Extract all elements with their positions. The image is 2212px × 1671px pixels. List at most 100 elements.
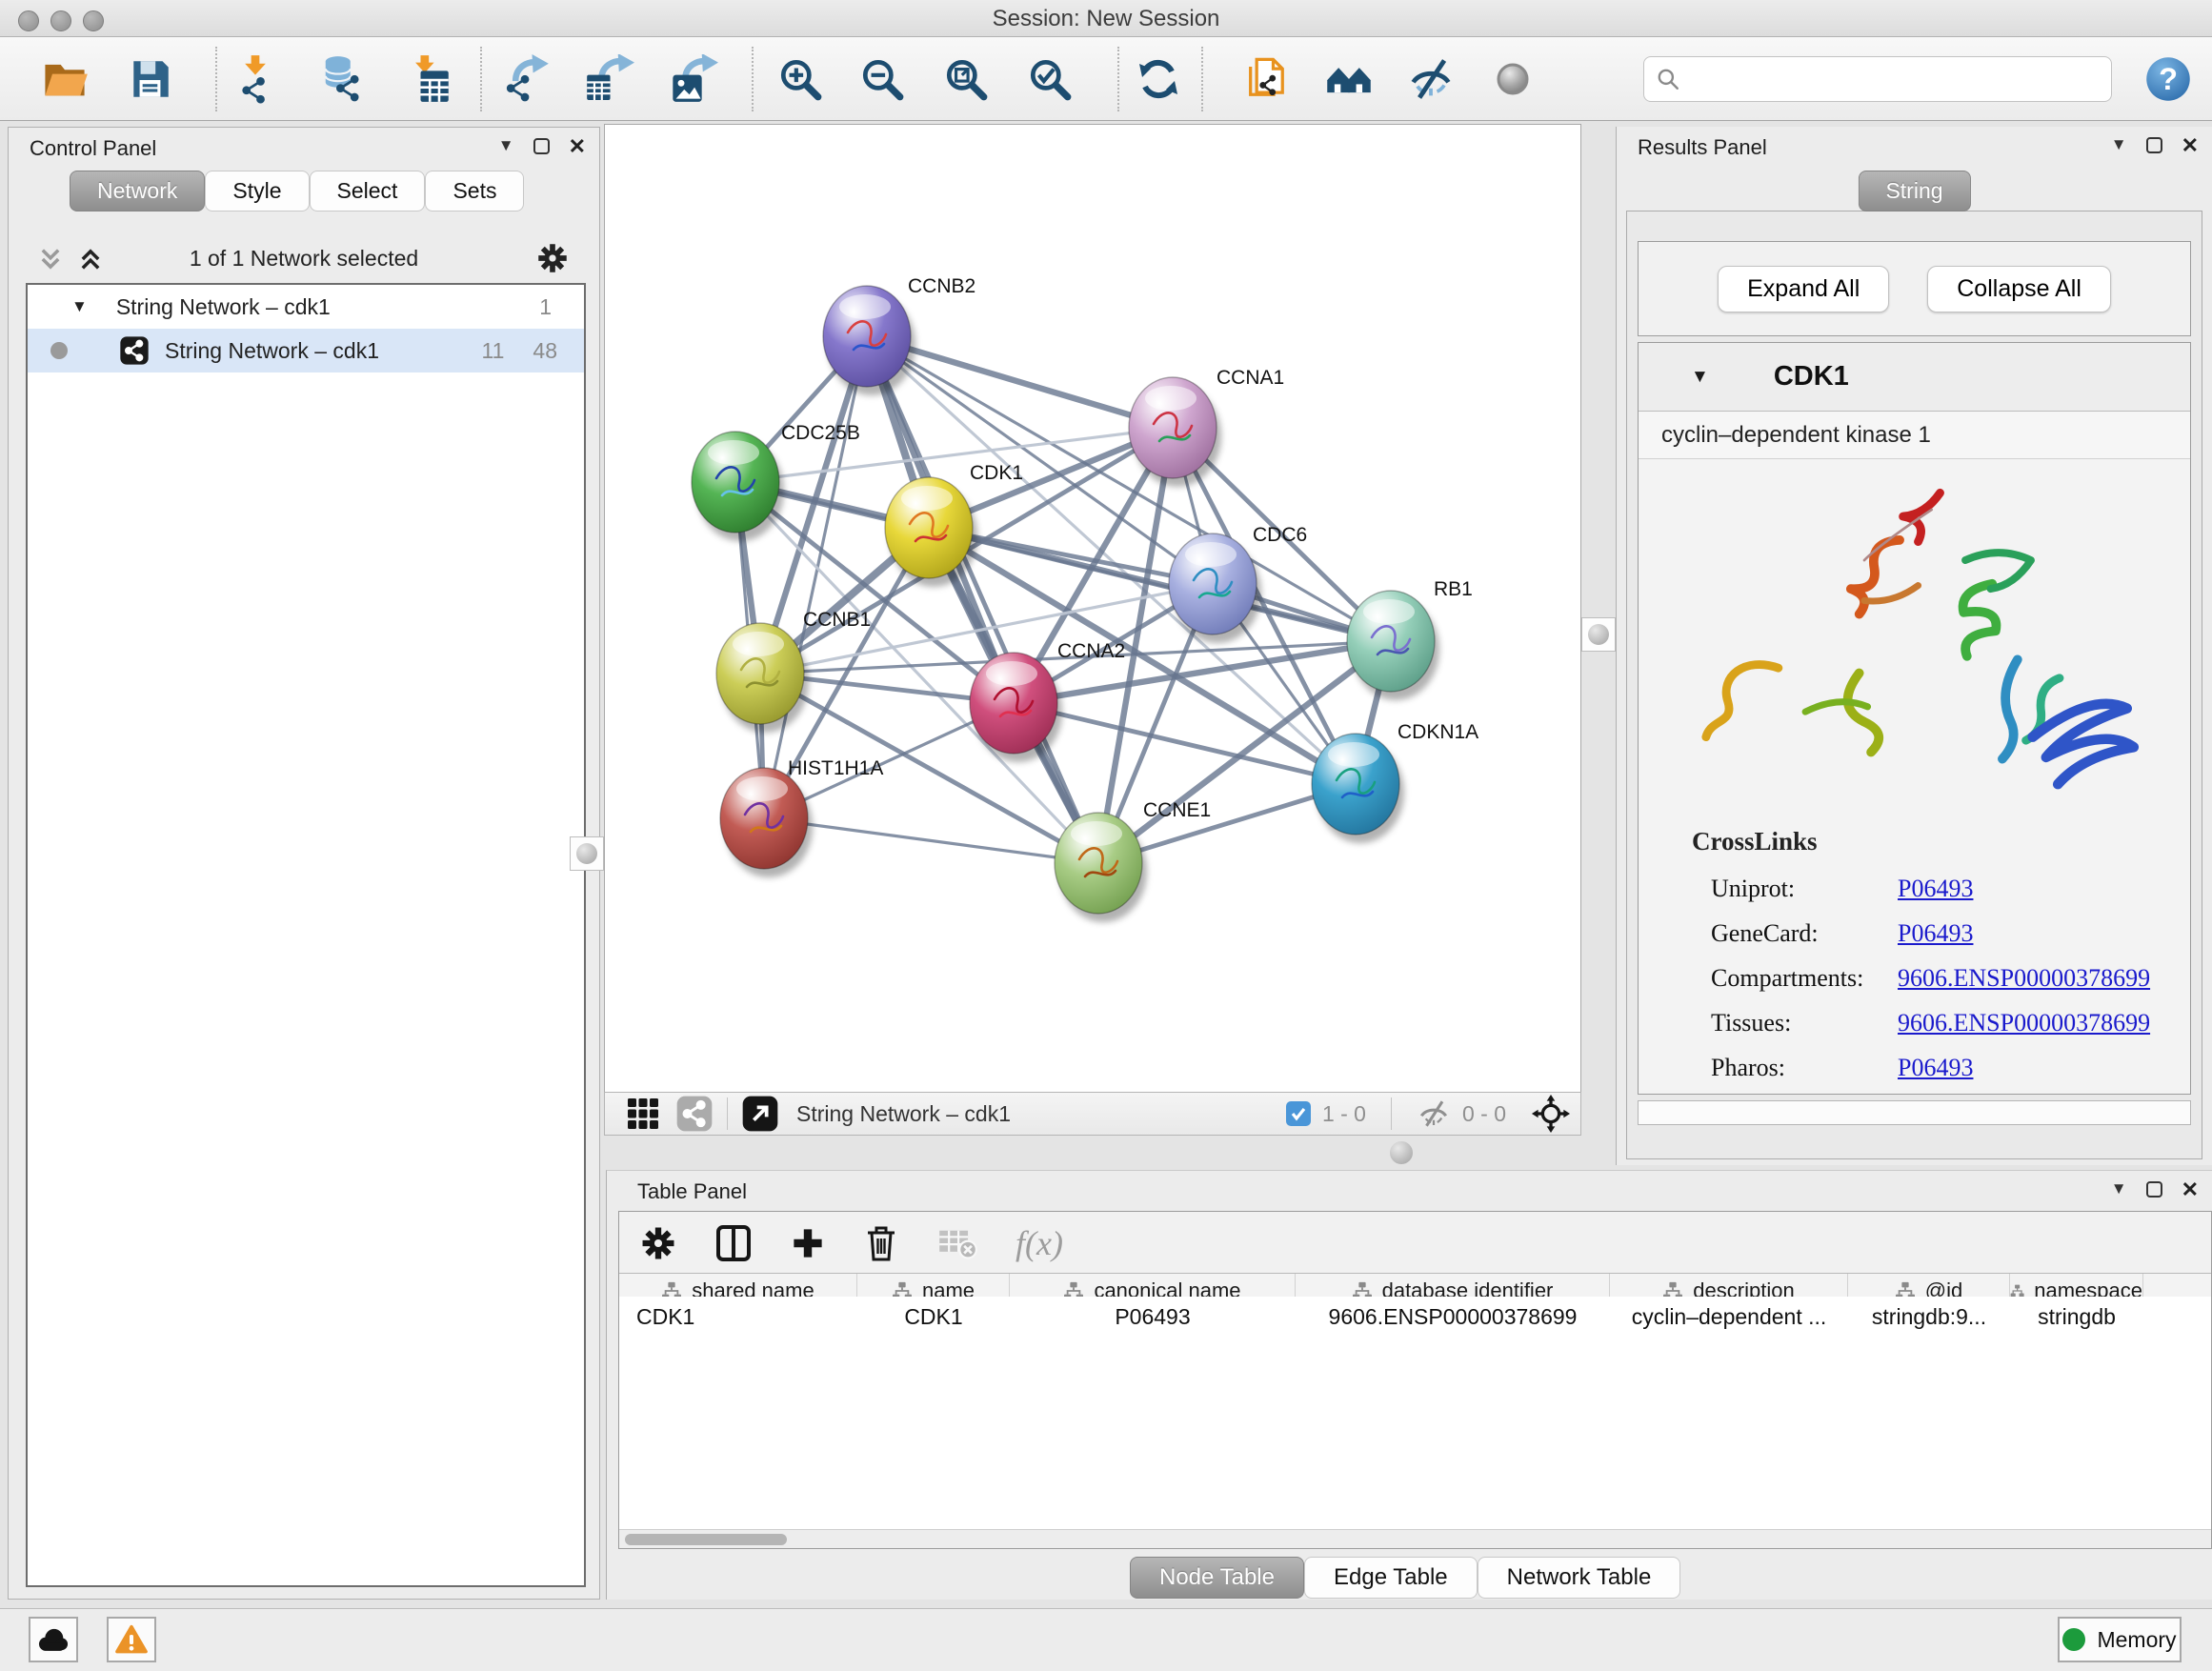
zoom-fit-button[interactable] <box>936 50 995 109</box>
import-table-icon <box>402 54 452 104</box>
show-columns-button[interactable] <box>714 1224 753 1262</box>
cloud-status-button[interactable] <box>29 1617 78 1662</box>
import-network-file-button[interactable] <box>226 50 285 109</box>
network-tree: ▼ String Network – cdk1 1 String Network… <box>26 283 586 1587</box>
panel-close-icon[interactable]: ✕ <box>569 138 586 154</box>
warnings-button[interactable] <box>107 1617 156 1662</box>
edge-ccna2-cdkn1a[interactable] <box>1014 703 1356 784</box>
node-label-ccne1: CCNE1 <box>1143 799 1211 821</box>
edge-ccnb2-ccne1[interactable] <box>867 336 1098 863</box>
grid-view-icon[interactable] <box>626 1097 660 1131</box>
panel-collapse-icon[interactable]: ▼ <box>498 136 514 155</box>
protein-structure-image <box>1639 459 2190 821</box>
tab-style[interactable]: Style <box>205 171 309 211</box>
network-share-view-icon[interactable] <box>675 1095 714 1133</box>
network-collection-row[interactable]: ▼ String Network – cdk1 1 <box>28 285 584 329</box>
export-image-button[interactable] <box>664 50 723 109</box>
crosslink-link[interactable]: P06493 <box>1898 919 1973 948</box>
panel-float-icon[interactable] <box>2146 137 2162 153</box>
crosslink-row: GeneCard:P06493 <box>1711 911 2190 956</box>
save-session-button[interactable] <box>121 50 180 109</box>
delete-table-button[interactable] <box>937 1227 977 1259</box>
string-import-button[interactable] <box>1237 50 1297 109</box>
hscrollbar-thumb[interactable] <box>625 1534 787 1545</box>
zoom-out-button[interactable] <box>853 50 912 109</box>
search-input[interactable] <box>1690 67 2100 91</box>
tree-expand-arrow-icon[interactable]: ▼ <box>71 297 88 316</box>
home-networks-button[interactable] <box>1319 50 1378 109</box>
results-scroll-strip <box>1638 1100 2191 1125</box>
tab-network[interactable]: Network <box>70 171 205 211</box>
node-ccna1[interactable]: CCNA1 <box>1129 367 1284 487</box>
panel-float-icon[interactable] <box>533 138 550 154</box>
tab-node-table[interactable]: Node Table <box>1130 1557 1304 1599</box>
node-ccne1[interactable]: CCNE1 <box>1055 799 1211 922</box>
tab-select[interactable]: Select <box>310 171 426 211</box>
network-selection-status: 1 of 1 Network selected <box>9 246 599 272</box>
tab-string[interactable]: String <box>1858 171 1970 211</box>
birds-eye-crosshair-icon[interactable] <box>1531 1094 1571 1134</box>
results-panel: Results Panel ▼ ✕ String Expand All Coll… <box>1616 127 2212 1165</box>
crosslink-link[interactable]: P06493 <box>1898 875 1973 903</box>
node-cdk1[interactable]: CDK1 <box>885 462 1023 587</box>
help-button[interactable]: ? <box>2139 50 2198 109</box>
expand-all-button[interactable]: Expand All <box>1718 266 1889 312</box>
panel-close-icon[interactable]: ✕ <box>2182 1181 2199 1198</box>
network-edges <box>735 336 1391 863</box>
network-row[interactable]: String Network – cdk1 11 48 <box>28 329 584 372</box>
right-splitter-handle[interactable] <box>1581 617 1616 652</box>
crosslink-link[interactable]: 9606.ENSP00000378699 <box>1898 1009 2150 1037</box>
crosslink-link[interactable]: P06493 <box>1898 1054 1973 1082</box>
import-network-from-database-button[interactable] <box>312 50 371 109</box>
crosslink-label: Tissues: <box>1711 1009 1898 1037</box>
show-glass-effect-button[interactable] <box>1483 50 1542 109</box>
table-settings-gear-button[interactable] <box>640 1225 676 1261</box>
selected-nodes-checkbox[interactable] <box>1286 1101 1311 1126</box>
network-graph[interactable]: CCNB2CCNA1CDC25BCDK1CDC6RB1CCNB1CCNA2CDK… <box>605 125 1582 1093</box>
table-hscrollbar[interactable] <box>619 1529 2211 1548</box>
node-hist1h1a[interactable]: HIST1H1A <box>720 757 883 877</box>
export-network-button[interactable] <box>496 50 555 109</box>
hide-glass-effect-button[interactable] <box>1401 50 1460 109</box>
panel-float-icon[interactable] <box>2146 1181 2162 1198</box>
node-cdc6[interactable]: CDC6 <box>1169 524 1307 643</box>
zoom-selected-button[interactable] <box>1020 50 1079 109</box>
zoom-fit-icon <box>942 55 990 103</box>
collapse-gene-arrow-icon[interactable]: ▼ <box>1691 367 1709 388</box>
tab-sets[interactable]: Sets <box>425 171 524 211</box>
refresh-view-button[interactable] <box>1129 50 1188 109</box>
node-rb1[interactable]: RB1 <box>1347 578 1473 700</box>
memory-status-button[interactable]: Memory <box>2058 1617 2182 1662</box>
toolbar-separator <box>1391 1097 1392 1130</box>
open-session-button[interactable] <box>35 50 94 109</box>
zoom-in-button[interactable] <box>771 50 830 109</box>
left-splitter-handle[interactable] <box>570 836 604 871</box>
node-ccnb2[interactable]: CCNB2 <box>823 275 975 395</box>
splitter-dot-icon <box>1390 1141 1413 1164</box>
import-table-button[interactable] <box>397 50 456 109</box>
table-row[interactable]: CDK1CDK1P064939606.ENSP00000378699cyclin… <box>619 1297 2211 1337</box>
network-options-gear-button[interactable] <box>536 242 569 274</box>
detach-view-icon[interactable] <box>741 1095 779 1133</box>
tab-edge-table[interactable]: Edge Table <box>1304 1557 1478 1599</box>
function-builder-button[interactable]: f(x) <box>1016 1223 1063 1263</box>
toolbar-separator <box>727 1097 728 1130</box>
panel-collapse-icon[interactable]: ▼ <box>2111 135 2127 154</box>
crosslink-link[interactable]: 9606.ENSP00000378699 <box>1898 964 2150 993</box>
global-search-box[interactable] <box>1643 56 2112 102</box>
table-box: f(x) shared namenamecanonical namedataba… <box>618 1211 2212 1549</box>
gene-card-header[interactable]: ▼ CDK1 <box>1639 343 2190 412</box>
delete-column-trash-button[interactable] <box>863 1224 899 1262</box>
edge-hist1h1a-ccne1[interactable] <box>764 818 1098 863</box>
add-column-plus-button[interactable] <box>791 1226 825 1260</box>
bottom-splitter-handle[interactable] <box>1390 1141 1413 1164</box>
main-toolbar: ? <box>0 37 2212 121</box>
collapse-all-button[interactable]: Collapse All <box>1927 266 2111 312</box>
tab-network-table[interactable]: Network Table <box>1478 1557 1681 1599</box>
panel-close-icon[interactable]: ✕ <box>2182 137 2199 153</box>
edge-ccnb2-hist1h1a[interactable] <box>764 336 867 818</box>
node-cdkn1a[interactable]: CDKN1A <box>1312 721 1478 843</box>
network-view-canvas[interactable]: CCNB2CCNA1CDC25BCDK1CDC6RB1CCNB1CCNA2CDK… <box>604 124 1581 1092</box>
panel-collapse-icon[interactable]: ▼ <box>2111 1179 2127 1198</box>
export-table-button[interactable] <box>580 50 639 109</box>
